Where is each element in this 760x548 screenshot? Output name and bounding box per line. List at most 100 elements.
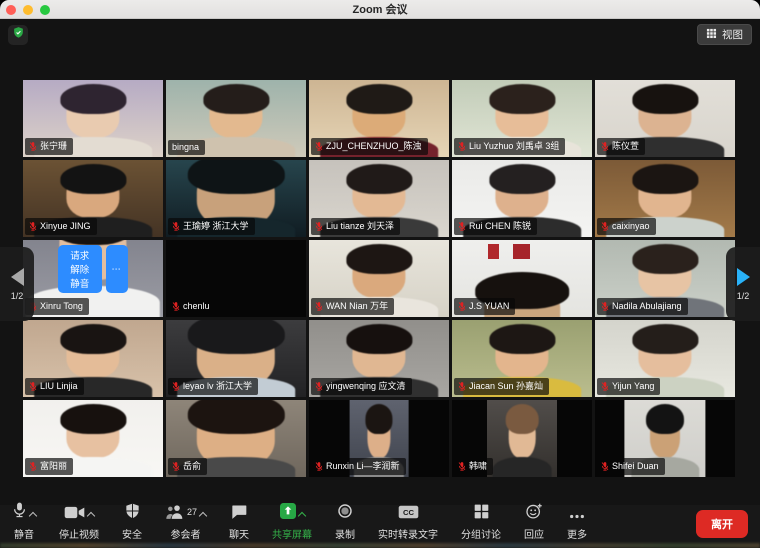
video-tile[interactable]: J.S YUAN	[452, 240, 592, 317]
breakout-rooms-button[interactable]: 分组讨论	[461, 507, 501, 541]
participant-name: Liu Yuzhuo 刘禹卓 3组	[469, 142, 559, 151]
arrow-right-icon	[737, 268, 750, 286]
mute-label: 静音	[14, 526, 34, 541]
view-button[interactable]: 视图	[697, 24, 752, 45]
svg-text:CC: CC	[402, 508, 414, 517]
muted-mic-icon	[172, 221, 180, 232]
chat-label: 聊天	[229, 526, 249, 541]
video-tile[interactable]: caixinyao	[595, 160, 735, 237]
video-tile[interactable]: chenlu	[166, 240, 306, 317]
video-tile[interactable]: Nadila Abulajiang	[595, 240, 735, 317]
video-tile[interactable]: Xinyue JING	[23, 160, 163, 237]
participant-name: Runxin Li—李润新	[326, 462, 400, 471]
chevron-up-icon[interactable]	[87, 512, 95, 520]
chevron-up-icon[interactable]	[29, 512, 37, 520]
chat-icon	[231, 504, 247, 524]
video-tile[interactable]: 王瑜婷 浙江大学	[166, 160, 306, 237]
video-tile[interactable]: LIU Linjia	[23, 320, 163, 397]
video-tile[interactable]: Yijun Yang	[595, 320, 735, 397]
participant-name: caixinyao	[612, 222, 650, 231]
previous-page-button[interactable]: 1/2	[0, 247, 34, 321]
record-button[interactable]: 录制	[335, 507, 355, 541]
participant-name: leyao lv 浙江大学	[183, 382, 252, 391]
name-label: 富阳丽	[25, 458, 73, 475]
name-label: 张宁珊	[25, 138, 73, 155]
video-tile[interactable]: leyao lv 浙江大学	[166, 320, 306, 397]
record-icon	[337, 503, 353, 524]
name-label: 韩啸	[454, 458, 493, 475]
participants-count-badge: 27	[187, 507, 197, 517]
video-tile[interactable]: 张宁珊	[23, 80, 163, 157]
participant-name: 富阳丽	[40, 462, 67, 471]
video-tile[interactable]: yingwenqing 应文清	[309, 320, 449, 397]
video-tile[interactable]: Jiacan Sun 孙嘉灿	[452, 320, 592, 397]
video-tile[interactable]: Rui CHEN 陈锐	[452, 160, 592, 237]
share-screen-button[interactable]: 共享屏幕	[272, 507, 312, 541]
reactions-icon	[526, 503, 543, 524]
reactions-button[interactable]: 回应	[524, 507, 544, 541]
arrow-left-icon	[11, 268, 24, 286]
share-screen-label: 共享屏幕	[272, 526, 312, 541]
chevron-up-icon[interactable]	[297, 512, 305, 520]
participant-name: 陈仪萱	[612, 142, 639, 151]
participants-button[interactable]: 27参会者	[165, 507, 206, 541]
muted-mic-icon	[458, 221, 466, 232]
participant-name: ZJU_CHENZHUO_陈浊	[326, 142, 422, 151]
video-tile[interactable]: 韩啸	[452, 400, 592, 477]
video-tile[interactable]: WAN Nian 万年	[309, 240, 449, 317]
video-tile[interactable]: Shifei Duan	[595, 400, 735, 477]
participant-name: 岳俞	[183, 462, 201, 471]
video-tile[interactable]: Liu tianze 刘天泽	[309, 160, 449, 237]
more-options-button[interactable]: ⋯	[106, 245, 129, 293]
participant-name: LIU Linjia	[40, 382, 78, 391]
name-label: Liu Yuzhuo 刘禹卓 3组	[454, 138, 565, 155]
muted-mic-icon	[458, 301, 466, 312]
close-window-button[interactable]	[6, 5, 16, 15]
traffic-lights	[6, 5, 50, 15]
person-silhouette	[487, 400, 557, 477]
reactions-label: 回应	[524, 526, 544, 541]
share-screen-icon	[280, 503, 296, 524]
muted-mic-icon	[458, 141, 466, 152]
video-tile[interactable]: ZJU_CHENZHUO_陈浊	[309, 80, 449, 157]
next-page-button[interactable]: 1/2	[726, 247, 760, 321]
name-label: chenlu	[168, 298, 216, 315]
security-label: 安全	[122, 526, 142, 541]
security-button[interactable]: 安全	[122, 507, 142, 541]
more-button[interactable]: 更多	[567, 507, 587, 541]
live-transcript-button[interactable]: CC实时转录文字	[378, 507, 438, 541]
video-tile[interactable]: 富阳丽	[23, 400, 163, 477]
chevron-up-icon[interactable]	[199, 512, 207, 520]
name-label: 陈仪萱	[597, 138, 645, 155]
video-tile[interactable]: Liu Yuzhuo 刘禹卓 3组	[452, 80, 592, 157]
participant-name: WAN Nian 万年	[326, 302, 388, 311]
participant-name: Nadila Abulajiang	[612, 302, 682, 311]
ask-to-unmute-button[interactable]: 请求解除静音	[58, 245, 102, 293]
name-label: LIU Linjia	[25, 378, 84, 395]
name-label: 岳俞	[168, 458, 207, 475]
name-label: WAN Nian 万年	[311, 298, 394, 315]
mute-button[interactable]: 静音	[12, 507, 36, 541]
video-tile[interactable]: 陈仪萱	[595, 80, 735, 157]
live-transcript-icon: CC	[398, 505, 419, 524]
zoom-meeting-window: Zoom 会议 视图 张宁珊bingnaZJU_CHENZHUO_陈浊Liu Y…	[0, 0, 760, 548]
name-label: ZJU_CHENZHUO_陈浊	[311, 138, 428, 155]
security-badge[interactable]	[8, 25, 28, 45]
muted-mic-icon	[315, 141, 323, 152]
chat-button[interactable]: 聊天	[229, 507, 249, 541]
video-tile[interactable]: 请求解除静音⋯Xinru Tong	[23, 240, 163, 317]
muted-mic-icon	[601, 301, 609, 312]
video-tile[interactable]: Runxin Li—李润新	[309, 400, 449, 477]
leave-button[interactable]: 离开	[696, 510, 748, 538]
video-tile[interactable]: bingna	[166, 80, 306, 157]
zoom-window-button[interactable]	[40, 5, 50, 15]
breakout-rooms-icon	[474, 504, 489, 524]
participant-name: Shifei Duan	[612, 462, 659, 471]
minimize-window-button[interactable]	[23, 5, 33, 15]
name-label: yingwenqing 应文清	[311, 378, 412, 395]
stop-video-button[interactable]: 停止视频	[59, 507, 99, 541]
name-label: leyao lv 浙江大学	[168, 378, 258, 395]
video-tile[interactable]: 岳俞	[166, 400, 306, 477]
participant-name: yingwenqing 应文清	[326, 382, 406, 391]
participant-name: bingna	[172, 143, 199, 152]
